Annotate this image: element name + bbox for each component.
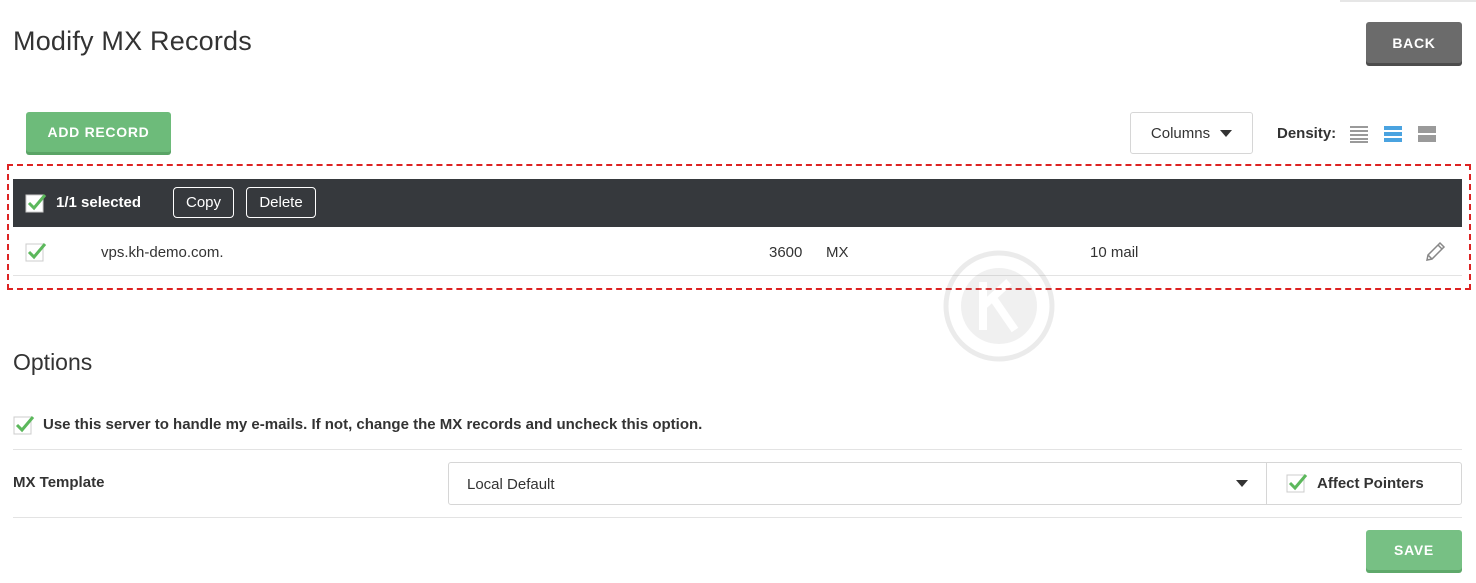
affect-pointers-checkbox[interactable]	[1286, 472, 1308, 494]
record-type: MX	[826, 244, 849, 261]
caret-down-icon	[1220, 129, 1233, 137]
copy-button[interactable]: Copy	[173, 187, 234, 218]
delete-button[interactable]: Delete	[246, 187, 316, 218]
affect-pointers-toggle[interactable]: Affect Pointers	[1266, 462, 1462, 505]
use-server-checkbox[interactable]	[13, 414, 35, 436]
density-compact-icon[interactable]	[1350, 125, 1368, 143]
page-title: Modify MX Records	[13, 26, 252, 56]
density-comfortable-icon[interactable]	[1418, 125, 1436, 143]
back-button[interactable]: BACK	[1366, 22, 1462, 63]
options-divider	[13, 449, 1462, 450]
select-all-checkbox[interactable]	[25, 192, 47, 214]
mx-template-value: Local Default	[467, 476, 555, 493]
record-name: vps.kh-demo.com.	[101, 244, 224, 261]
density-label: Density:	[1277, 125, 1337, 142]
selected-count: 1/1 selected	[56, 194, 142, 211]
density-medium-icon[interactable]	[1384, 125, 1402, 143]
edit-pencil-icon[interactable]	[1423, 240, 1447, 264]
record-ttl: 3600	[769, 244, 803, 261]
columns-dropdown[interactable]: Columns	[1130, 112, 1253, 154]
row-checkbox[interactable]	[25, 241, 47, 263]
mx-template-label: MX Template	[13, 474, 105, 491]
options-title: Options	[13, 349, 93, 375]
add-record-button[interactable]: ADD RECORD	[26, 112, 171, 152]
use-server-label: Use this server to handle my e-mails. If…	[43, 416, 703, 433]
mx-template-select[interactable]: Local Default	[448, 462, 1267, 505]
top-divider	[1340, 0, 1476, 2]
affect-pointers-label: Affect Pointers	[1317, 475, 1424, 492]
form-divider	[13, 517, 1462, 518]
caret-down-icon	[1236, 480, 1248, 487]
save-button[interactable]: SAVE	[1366, 530, 1462, 570]
knownhost-watermark-logo	[943, 250, 1363, 362]
columns-label: Columns	[1150, 124, 1211, 142]
